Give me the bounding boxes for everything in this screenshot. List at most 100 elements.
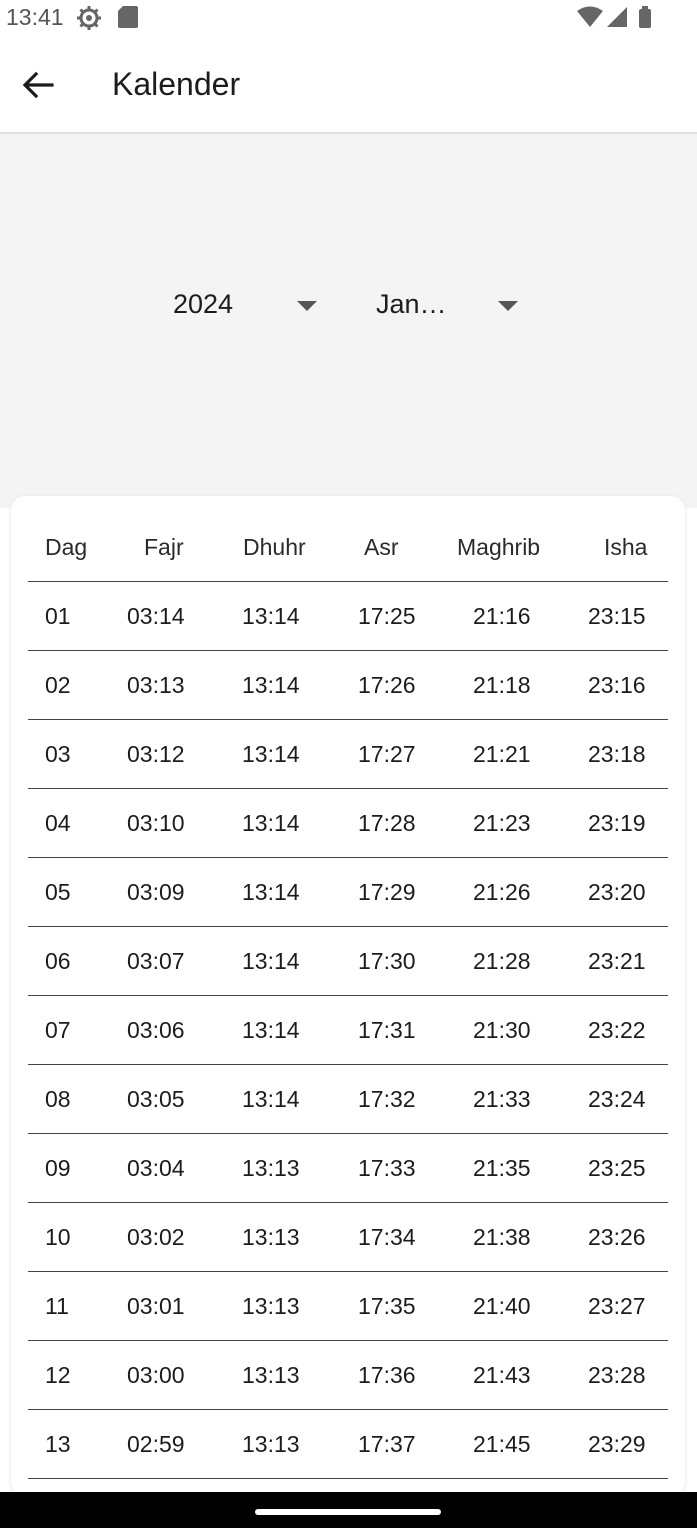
cell-asr: 17:35 xyxy=(358,1293,416,1319)
cell-dhuhr: 13:13 xyxy=(242,1362,300,1388)
header-fajr: Fajr xyxy=(144,534,184,560)
cell-asr: 17:37 xyxy=(358,1431,416,1457)
status-icons xyxy=(577,6,657,28)
prayer-times-card: Dag Fajr Dhuhr Asr Maghrib Isha 01 03:14 1… xyxy=(11,496,685,1496)
cell-maghrib: 21:38 xyxy=(473,1224,531,1250)
app-bar: Kalender xyxy=(0,34,697,134)
cell-day: 03 xyxy=(45,741,71,767)
cell-maghrib: 21:35 xyxy=(473,1155,531,1181)
prayer-times-table: Dag Fajr Dhuhr Asr Maghrib Isha 01 03:14 1… xyxy=(28,513,668,1479)
table-row: 12 03:00 13:13 17:36 21:43 23:28 xyxy=(28,1341,668,1410)
cell-day: 12 xyxy=(45,1362,71,1388)
cell-day: 02 xyxy=(45,672,71,698)
system-nav-bar xyxy=(0,1492,697,1528)
table-row: 05 03:09 13:14 17:29 21:26 23:20 xyxy=(28,858,668,927)
cell-day: 01 xyxy=(45,603,71,629)
cell-fajr: 02:59 xyxy=(127,1431,185,1457)
cell-maghrib: 21:18 xyxy=(473,672,531,698)
table-row: 03 03:12 13:14 17:27 21:21 23:18 xyxy=(28,720,668,789)
cell-asr: 17:26 xyxy=(358,672,416,698)
year-dropdown[interactable]: 2024 xyxy=(173,289,323,329)
arrow-back-icon xyxy=(22,71,54,99)
cell-isha: 23:16 xyxy=(588,672,646,698)
table-row: 11 03:01 13:13 17:35 21:40 23:27 xyxy=(28,1272,668,1341)
table-row: 01 03:14 13:14 17:25 21:16 23:15 xyxy=(28,582,668,651)
cell-day: 09 xyxy=(45,1155,71,1181)
cell-maghrib: 21:23 xyxy=(473,810,531,836)
cell-dhuhr: 13:13 xyxy=(242,1155,300,1181)
cell-maghrib: 21:45 xyxy=(473,1431,531,1457)
cell-maghrib: 21:26 xyxy=(473,879,531,905)
cell-isha: 23:21 xyxy=(588,948,646,974)
status-bar: 13:41 xyxy=(0,0,697,34)
header-isha: Isha xyxy=(604,534,648,560)
battery-icon xyxy=(639,6,651,28)
cell-fajr: 03:06 xyxy=(127,1017,185,1043)
back-button[interactable] xyxy=(18,65,58,105)
cell-day: 04 xyxy=(45,810,71,836)
cell-asr: 17:31 xyxy=(358,1017,416,1043)
month-dropdown[interactable]: Jan… xyxy=(376,289,526,329)
sd-card-icon xyxy=(118,6,138,28)
home-handle[interactable] xyxy=(255,1509,441,1515)
cell-asr: 17:27 xyxy=(358,741,416,767)
cell-asr: 17:36 xyxy=(358,1362,416,1388)
cell-asr: 17:32 xyxy=(358,1086,416,1112)
cell-maghrib: 21:33 xyxy=(473,1086,531,1112)
header-maghrib: Maghrib xyxy=(457,534,541,560)
signal-icon xyxy=(607,7,627,27)
cell-fajr: 03:13 xyxy=(127,672,185,698)
settings-gear-icon xyxy=(76,5,102,31)
table-row: 06 03:07 13:14 17:30 21:28 23:21 xyxy=(28,927,668,996)
cell-asr: 17:30 xyxy=(358,948,416,974)
cell-isha: 23:20 xyxy=(588,879,646,905)
cell-fajr: 03:09 xyxy=(127,879,185,905)
cell-isha: 23:27 xyxy=(588,1293,646,1319)
cell-fajr: 03:14 xyxy=(127,603,185,629)
cell-asr: 17:25 xyxy=(358,603,416,629)
cell-fajr: 03:07 xyxy=(127,948,185,974)
cell-isha: 23:28 xyxy=(588,1362,646,1388)
cell-maghrib: 21:28 xyxy=(473,948,531,974)
cell-day: 06 xyxy=(45,948,71,974)
cell-dhuhr: 13:14 xyxy=(242,672,300,698)
cell-fajr: 03:12 xyxy=(127,741,185,767)
table-row: 02 03:13 13:14 17:26 21:18 23:16 xyxy=(28,651,668,720)
page-title: Kalender xyxy=(112,66,241,102)
table-row: 10 03:02 13:13 17:34 21:38 23:26 xyxy=(28,1203,668,1272)
cell-maghrib: 21:16 xyxy=(473,603,531,629)
header-dhuhr: Dhuhr xyxy=(243,534,306,560)
cell-day: 10 xyxy=(45,1224,71,1250)
table-row: 13 02:59 13:13 17:37 21:45 23:29 xyxy=(28,1410,668,1479)
cell-day: 07 xyxy=(45,1017,71,1043)
cell-fajr: 03:04 xyxy=(127,1155,185,1181)
table-header-row: Dag Fajr Dhuhr Asr Maghrib Isha xyxy=(28,513,668,582)
cell-maghrib: 21:40 xyxy=(473,1293,531,1319)
cell-fajr: 03:00 xyxy=(127,1362,185,1388)
cell-isha: 23:22 xyxy=(588,1017,646,1043)
cell-dhuhr: 13:14 xyxy=(242,948,300,974)
cell-day: 05 xyxy=(45,879,71,905)
cell-dhuhr: 13:14 xyxy=(242,741,300,767)
cell-dhuhr: 13:14 xyxy=(242,1086,300,1112)
cell-asr: 17:34 xyxy=(358,1224,416,1250)
table-row: 09 03:04 13:13 17:33 21:35 23:25 xyxy=(28,1134,668,1203)
cell-isha: 23:26 xyxy=(588,1224,646,1250)
cell-day: 13 xyxy=(45,1431,71,1457)
cell-fajr: 03:02 xyxy=(127,1224,185,1250)
status-time: 13:41 xyxy=(6,4,64,30)
cell-asr: 17:28 xyxy=(358,810,416,836)
cell-day: 11 xyxy=(45,1293,69,1319)
cell-isha: 23:25 xyxy=(588,1155,646,1181)
cell-day: 08 xyxy=(45,1086,71,1112)
date-selector-area: 2024 Jan… xyxy=(0,134,697,478)
cell-dhuhr: 13:14 xyxy=(242,810,300,836)
table-row: 04 03:10 13:14 17:28 21:23 23:19 xyxy=(28,789,668,858)
dropdown-arrow-icon xyxy=(498,301,518,311)
cell-isha: 23:15 xyxy=(588,603,646,629)
cell-dhuhr: 13:13 xyxy=(242,1293,300,1319)
table-row: 08 03:05 13:14 17:32 21:33 23:24 xyxy=(28,1065,668,1134)
cell-dhuhr: 13:14 xyxy=(242,1017,300,1043)
year-value: 2024 xyxy=(173,289,234,319)
cell-asr: 17:29 xyxy=(358,879,416,905)
